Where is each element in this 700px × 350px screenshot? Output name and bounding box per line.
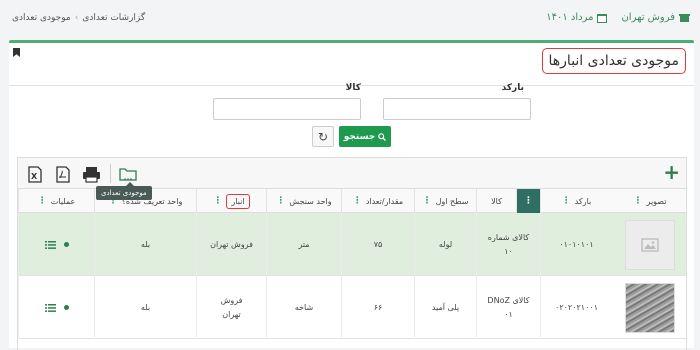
toolbar-divider (110, 164, 111, 183)
column-header-barcode[interactable]: بارکد ⋮ (540, 189, 612, 213)
toolbar-tooltip: موجودی تعدادی (96, 182, 152, 200)
cell-quantity: ۷۵ (341, 213, 414, 276)
column-header-quantity[interactable]: مقدار/تعداد ⋮ (341, 189, 414, 213)
top-bar: فروش تهران مرداد ۱۴۰۱ گزارشات تعدادی › م… (0, 0, 700, 38)
bookmark-icon[interactable] (13, 48, 20, 57)
page-title: موجودی تعدادی انبارها (541, 48, 686, 74)
cell-level1: لوله (414, 213, 476, 276)
breadcrumb-separator: › (74, 13, 79, 23)
breadcrumb-item: موجودی تعدادی (12, 13, 71, 23)
cell-image (612, 213, 686, 276)
product-input[interactable] (213, 98, 361, 120)
image-placeholder-icon (641, 237, 659, 252)
cell-level1: پلی آمید (414, 276, 476, 339)
folder-button[interactable] (118, 164, 138, 184)
column-menu-icon[interactable]: ⋮ (38, 196, 47, 206)
excel-export-button[interactable]: X (26, 164, 44, 184)
folder-icon (119, 168, 137, 181)
printer-icon (82, 166, 100, 183)
column-menu-icon[interactable]: ⋮ (213, 196, 222, 206)
grid-toolbar: X + موجودی تعدادی (18, 158, 686, 200)
column-menu-icon[interactable]: ⋮ (562, 196, 571, 206)
calendar-icon (597, 13, 608, 23)
column-menu-icon[interactable]: ⋮ (524, 196, 533, 206)
store-icon (679, 13, 690, 22)
column-menu-icon[interactable]: ⋮ (634, 196, 643, 206)
table-row[interactable]: بله فروش تهران متر ۷۵ لوله کالای شماره ۱… (18, 213, 686, 276)
cell-quantity: ۶۶ (341, 276, 414, 339)
print-button[interactable] (80, 164, 102, 184)
column-menu-active[interactable]: ⋮ (516, 189, 540, 213)
inventory-grid: X + موجودی تعدادی عملیات ⋮ واحد تعریف شده… (17, 157, 687, 350)
column-header-operations[interactable]: عملیات ⋮ (18, 189, 94, 213)
table-row[interactable]: بله فروش تهران شاخه ۶۶ پلی آمید کالای DN… (18, 276, 686, 339)
search-label: جستجو (343, 131, 376, 142)
search-icon (378, 132, 387, 141)
top-bar-info: فروش تهران مرداد ۱۴۰۱ (546, 12, 690, 23)
barcode-input[interactable] (383, 98, 531, 120)
excel-icon: X (28, 165, 42, 183)
cell-image (612, 276, 686, 339)
app-switcher[interactable]: فروش تهران (621, 12, 690, 23)
add-icon[interactable]: + (663, 160, 680, 184)
row-operations (18, 276, 94, 339)
column-header-warehouse[interactable]: انبار ⋮ (196, 189, 266, 213)
column-header-image[interactable]: تصویر ⋮ (612, 189, 686, 213)
cell-unit: متر (266, 213, 341, 276)
date-selector[interactable]: مرداد ۱۴۰۱ (546, 12, 608, 23)
status-dot-icon[interactable] (63, 305, 69, 310)
column-menu-icon[interactable]: ⋮ (423, 196, 432, 206)
row-operations (18, 213, 94, 276)
image-placeholder[interactable] (625, 219, 675, 270)
barcode-label: بارکد (501, 83, 524, 93)
refresh-button[interactable]: ↻ (312, 126, 334, 147)
cell-unit: شاخه (266, 276, 341, 339)
date-label: مرداد ۱۴۰۱ (546, 12, 594, 23)
cell-unit-defined: بله (94, 276, 196, 339)
refresh-icon: ↻ (317, 129, 329, 144)
app-name: فروش تهران (621, 12, 675, 23)
breadcrumb-item[interactable]: گزارشات تعدادی (82, 13, 145, 23)
main-card: موجودی تعدادی انبارها بارکد کالا جستجو ↻… (9, 40, 694, 350)
column-header-unit[interactable]: واحد سنجش ⋮ (266, 189, 341, 213)
pdf-export-button[interactable] (54, 164, 72, 184)
cell-product: کالای شماره ۱۰ (476, 213, 540, 276)
cell-unit-defined: بله (94, 213, 196, 276)
list-menu-icon[interactable] (44, 303, 56, 312)
list-menu-icon[interactable] (44, 240, 56, 249)
column-header-product[interactable]: کالا (476, 189, 516, 213)
column-menu-icon[interactable]: ⋮ (353, 196, 362, 206)
product-image[interactable] (625, 282, 675, 333)
cell-warehouse: فروش تهران (196, 213, 266, 276)
cell-product: کالای DNoZ ۰۱ (476, 276, 540, 339)
breadcrumb: گزارشات تعدادی › موجودی تعدادی (12, 13, 145, 23)
cell-barcode: ۰۱۰۱۰۱۰۱ (540, 213, 612, 276)
column-menu-icon[interactable]: ⋮ (276, 196, 285, 206)
svg-text:X: X (31, 172, 38, 181)
search-button[interactable]: جستجو (339, 126, 391, 147)
column-header-level1[interactable]: سطح اول ⋮ (414, 189, 476, 213)
cell-barcode: ۰۲۰۲۰۲۱۰۰۱ (540, 276, 612, 339)
status-dot-icon[interactable] (63, 242, 69, 247)
pdf-icon (56, 165, 70, 183)
product-label: کالا (345, 83, 361, 93)
cell-warehouse: فروش تهران (196, 276, 266, 339)
